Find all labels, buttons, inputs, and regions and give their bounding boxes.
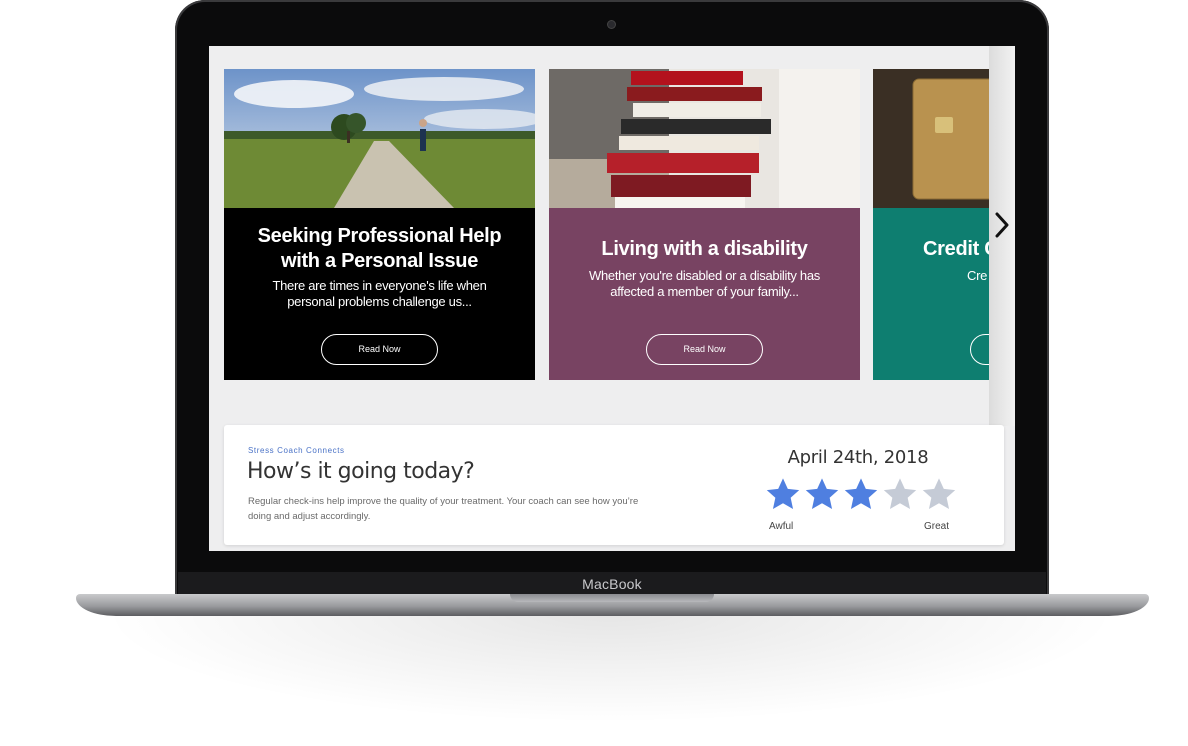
article-excerpt: Cre [967, 268, 988, 283]
chevron-right-icon[interactable] [995, 212, 1009, 238]
article-carousel: Seeking Professional Help with a Persona… [209, 46, 1015, 426]
article-card-body: Seeking Professional Help with a Persona… [224, 208, 535, 380]
star-icon[interactable] [765, 476, 801, 512]
article-title: Seeking Professional Help with a Persona… [257, 225, 502, 272]
star-icon[interactable] [882, 476, 918, 512]
article-card[interactable]: Living with a disability Whether you're … [549, 69, 860, 380]
rating-scale-high-label: Great [924, 521, 950, 532]
star-rating [765, 476, 957, 512]
star-icon[interactable] [921, 476, 957, 512]
article-title: Living with a disability [601, 238, 808, 260]
laptop-hinge-notch [510, 594, 714, 602]
article-excerpt: Whether you're disabled or a disability … [589, 268, 820, 299]
check-in-date: April 24th, 2018 [787, 447, 929, 468]
rating-scale-low-label: Awful [769, 521, 794, 532]
star-icon[interactable] [804, 476, 840, 512]
laptop-brand-label: MacBook [178, 572, 1046, 596]
article-card-body: Living with a disability Whether you're … [549, 208, 860, 380]
star-icon[interactable] [843, 476, 879, 512]
check-in-kicker: Stress Coach Connects [248, 446, 345, 455]
check-in-description: Regular check-ins help improve the quali… [248, 496, 639, 522]
article-card[interactable]: Credit C Cre [873, 69, 989, 380]
article-card-body: Credit C Cre [873, 208, 989, 380]
read-now-button[interactable]: Read Now [321, 334, 438, 365]
article-card[interactable]: Seeking Professional Help with a Persona… [224, 69, 535, 380]
screen: Seeking Professional Help with a Persona… [209, 46, 1015, 551]
read-now-button[interactable] [970, 334, 989, 365]
device-shadow [60, 612, 1160, 732]
article-image-credit-card [873, 69, 989, 208]
check-in-question: How’s it going today? [247, 459, 475, 484]
article-image-runner [224, 69, 535, 208]
article-excerpt: There are times in everyone's life when … [272, 278, 487, 309]
camera-icon [608, 21, 615, 28]
check-in-panel: Stress Coach Connects How’s it going tod… [224, 425, 1004, 545]
article-image-books [549, 69, 860, 208]
article-title: Credit C [923, 238, 989, 260]
read-now-button[interactable]: Read Now [646, 334, 763, 365]
